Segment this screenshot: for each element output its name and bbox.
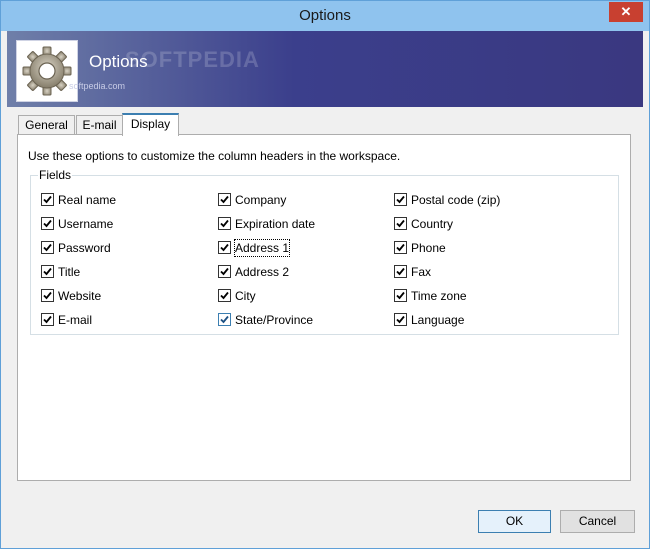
field-label: Website [58, 289, 102, 303]
dialog-client: SOFTPEDIA Options softpedia.com General … [7, 31, 643, 542]
display-tab-panel: Use these options to customize the colum… [17, 134, 631, 481]
fields-group: Fields Real name Username Password Title Web… [30, 168, 619, 335]
checkmark-icon [43, 291, 52, 300]
cancel-button[interactable]: Cancel [560, 510, 635, 533]
checkbox-icon[interactable] [218, 289, 231, 302]
checkbox-icon[interactable] [41, 241, 54, 254]
checkmark-icon [43, 315, 52, 324]
field-label: Company [235, 193, 287, 207]
checkmark-icon [43, 195, 52, 204]
gear-icon [16, 40, 78, 102]
checkbox-icon[interactable] [394, 265, 407, 278]
checkbox-icon[interactable] [41, 217, 54, 230]
window-title: Options [299, 7, 351, 24]
checkmark-icon [396, 243, 405, 252]
field-label: Phone [411, 241, 446, 255]
checkbox-icon[interactable] [394, 313, 407, 326]
checkbox-icon[interactable] [218, 193, 231, 206]
checkmark-icon [396, 291, 405, 300]
field-label: Username [58, 217, 114, 231]
field-label: Real name [58, 193, 117, 207]
field-label: Address 2 [235, 265, 290, 279]
options-window: Options ✕ SOFTPEDIA Options softpedia.co… [0, 0, 650, 549]
checkmark-icon [396, 267, 405, 276]
checkbox-icon[interactable] [41, 265, 54, 278]
checkmark-icon [220, 219, 229, 228]
fields-legend: Fields [38, 168, 73, 182]
checkbox-icon[interactable] [41, 313, 54, 326]
checkmark-icon [396, 315, 405, 324]
field-label: Fax [411, 265, 432, 279]
ok-button[interactable]: OK [478, 510, 551, 533]
field-label: Address 1 [233, 239, 291, 257]
tab-general[interactable]: General [18, 115, 75, 135]
checkmark-icon [220, 267, 229, 276]
field-label: Country [411, 217, 454, 231]
display-description: Use these options to customize the colum… [28, 149, 401, 163]
checkbox-icon[interactable] [218, 241, 231, 254]
header-banner: SOFTPEDIA Options softpedia.com [7, 31, 643, 107]
checkmark-icon [220, 315, 229, 324]
checkbox-icon[interactable] [394, 241, 407, 254]
field-label: City [235, 289, 256, 303]
checkbox-icon[interactable] [218, 313, 231, 326]
checkmark-icon [43, 267, 52, 276]
tab-display[interactable]: Display [122, 113, 179, 136]
watermark-text: softpedia.com [69, 81, 126, 91]
close-icon: ✕ [620, 4, 632, 19]
field-label: E-mail [58, 313, 93, 327]
checkmark-icon [396, 219, 405, 228]
tab-email[interactable]: E-mail [76, 115, 123, 135]
banner-title: Options [89, 52, 148, 71]
checkmark-icon [43, 219, 52, 228]
field-label: Expiration date [235, 217, 316, 231]
field-label: State/Province [235, 313, 314, 327]
checkbox-icon[interactable] [218, 265, 231, 278]
field-label: Title [58, 265, 81, 279]
checkbox-icon[interactable] [394, 289, 407, 302]
checkbox-icon[interactable] [218, 217, 231, 230]
checkbox-icon[interactable] [394, 217, 407, 230]
field-label: Language [411, 313, 465, 327]
checkmark-icon [220, 195, 229, 204]
field-label: Postal code (zip) [411, 193, 501, 207]
field-label: Password [58, 241, 111, 255]
close-button[interactable]: ✕ [609, 2, 643, 22]
checkbox-icon[interactable] [41, 289, 54, 302]
checkmark-icon [396, 195, 405, 204]
field-label: Time zone [411, 289, 467, 303]
checkmark-icon [43, 243, 52, 252]
title-bar[interactable]: Options ✕ [1, 1, 649, 31]
checkbox-icon[interactable] [41, 193, 54, 206]
checkbox-icon[interactable] [394, 193, 407, 206]
checkmark-icon [220, 291, 229, 300]
checkmark-icon [220, 243, 229, 252]
